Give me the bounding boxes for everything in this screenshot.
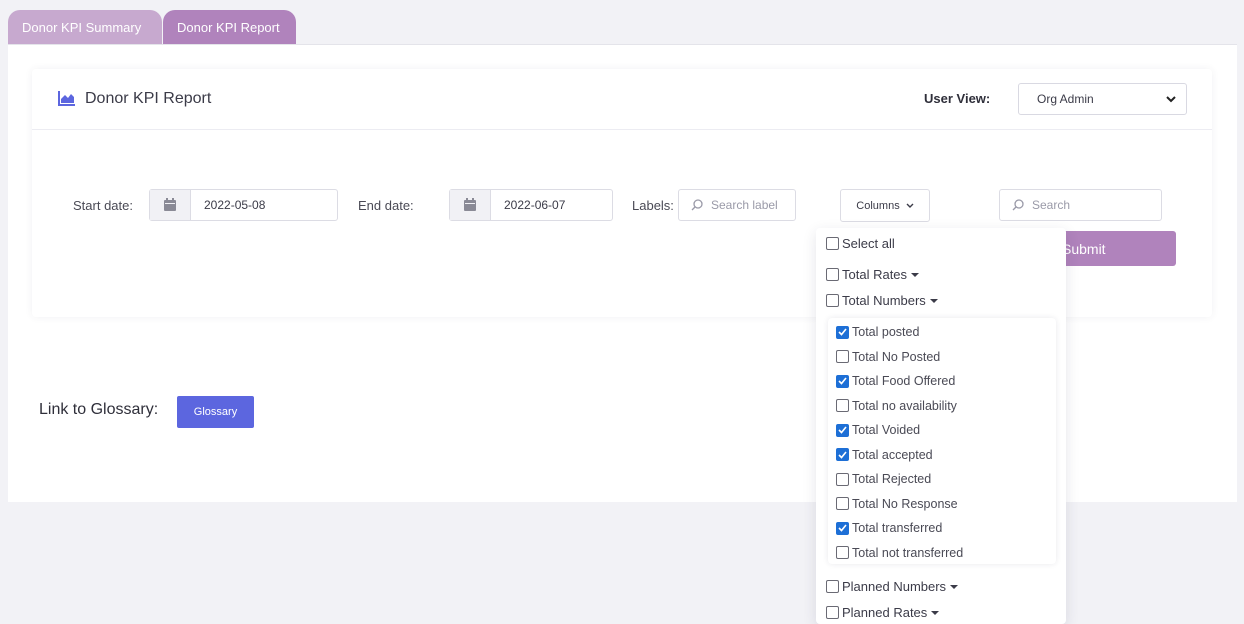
chevron-down-icon <box>906 203 914 208</box>
card-header: Donor KPI Report User View: Org Admin <box>32 69 1212 130</box>
group-total-rates[interactable]: Total Rates <box>826 267 920 282</box>
select-all-checkbox[interactable] <box>826 237 839 250</box>
unchecked-checkbox[interactable] <box>836 546 849 559</box>
columns-dropdown-menu: Select all Total Rates Total Numbers Tot… <box>816 228 1066 624</box>
chevron-down-icon <box>1166 95 1176 102</box>
column-option-label: Total Food Offered <box>852 374 956 388</box>
caret-down-icon[interactable] <box>950 585 959 589</box>
group-label: Planned Rates <box>842 605 928 620</box>
caret-down-icon[interactable] <box>929 299 938 303</box>
checked-checkbox[interactable] <box>836 325 849 339</box>
group-total-numbers[interactable]: Total Numbers <box>826 293 938 308</box>
caret-down-icon[interactable] <box>931 611 940 615</box>
column-option[interactable]: Total accepted <box>836 448 933 462</box>
area-chart-icon <box>58 91 75 106</box>
column-option-label: Total Voided <box>852 423 921 437</box>
tab-label: Donor KPI Summary <box>22 20 142 35</box>
checkmark-icon <box>838 328 847 336</box>
column-option-label: Total No Posted <box>852 349 941 364</box>
select-all-option[interactable]: Select all <box>826 236 895 251</box>
user-view-label: User View: <box>924 91 991 106</box>
group-planned-rates[interactable]: Planned Rates <box>826 605 940 620</box>
group-checkbox[interactable] <box>826 294 839 307</box>
search-icon <box>691 199 703 211</box>
group-checkbox[interactable] <box>826 606 839 619</box>
column-option-label: Total not transferred <box>852 545 964 560</box>
group-label: Planned Numbers <box>842 579 947 594</box>
glossary-button[interactable]: Glossary <box>177 396 254 428</box>
column-option-label: Total no availability <box>852 398 957 413</box>
glossary-link-label: Link to Glossary: <box>39 401 159 418</box>
tab-donor-kpi-report[interactable]: Donor KPI Report <box>163 10 296 45</box>
checked-checkbox[interactable] <box>836 448 849 461</box>
group-label: Total Numbers <box>842 293 926 308</box>
group-label: Total Rates <box>842 267 908 282</box>
calendar-icon <box>464 198 476 211</box>
checkmark-icon <box>838 426 847 434</box>
table-search-field[interactable] <box>999 189 1162 221</box>
calendar-icon-addon[interactable] <box>150 190 191 220</box>
column-option[interactable]: Total no availability <box>836 399 957 413</box>
calendar-icon <box>164 198 176 211</box>
page-title: Donor KPI Report <box>85 90 212 107</box>
column-option[interactable]: Total No Response <box>836 497 958 511</box>
unchecked-checkbox[interactable] <box>836 472 849 486</box>
column-option[interactable]: Total No Posted <box>836 350 940 364</box>
checked-checkbox[interactable] <box>836 374 849 388</box>
labels-label: Labels: <box>632 198 674 213</box>
label-search-input[interactable] <box>711 198 793 212</box>
search-icon <box>1012 199 1024 211</box>
caret-down-icon[interactable] <box>911 273 920 277</box>
end-date-field[interactable]: 2022-06-07 <box>449 189 613 221</box>
total-numbers-submenu: Total posted Total No Posted Total Food Of… <box>828 318 1056 564</box>
end-date-label: End date: <box>358 198 414 213</box>
group-planned-numbers[interactable]: Planned Numbers <box>826 579 959 594</box>
group-checkbox[interactable] <box>826 580 839 593</box>
column-option[interactable]: Total transferred <box>836 521 942 535</box>
tab-donor-kpi-summary[interactable]: Donor KPI Summary <box>8 10 162 45</box>
start-date-value: 2022-05-08 <box>204 198 266 212</box>
start-date-label: Start date: <box>73 198 133 213</box>
user-view-select[interactable]: Org Admin <box>1018 83 1187 115</box>
label-search-field[interactable] <box>678 189 796 221</box>
checkmark-icon <box>838 377 847 385</box>
columns-label: Columns <box>856 199 900 212</box>
submit-button[interactable]: Submit <box>1052 231 1176 266</box>
unchecked-checkbox[interactable] <box>836 399 849 412</box>
table-search-input[interactable] <box>1032 198 1132 212</box>
user-view-value: Org Admin <box>1037 92 1094 106</box>
column-option-label: Total No Response <box>852 496 958 511</box>
tab-bar: Donor KPI Summary Donor KPI Report <box>8 10 296 45</box>
column-option-label: Total posted <box>852 325 920 339</box>
checkmark-icon <box>838 450 847 459</box>
tab-label: Donor KPI Report <box>177 20 280 35</box>
column-option[interactable]: Total Rejected <box>836 472 931 486</box>
option-label: Select all <box>842 236 895 251</box>
column-option-label: Total transferred <box>852 521 943 535</box>
start-date-field[interactable]: 2022-05-08 <box>149 189 338 221</box>
unchecked-checkbox[interactable] <box>836 350 849 363</box>
columns-dropdown-button[interactable]: Columns <box>840 189 930 222</box>
end-date-value: 2022-06-07 <box>504 198 566 212</box>
column-option-label: Total accepted <box>852 447 933 462</box>
column-option-label: Total Rejected <box>852 472 932 486</box>
column-option[interactable]: Total posted <box>836 325 919 339</box>
group-checkbox[interactable] <box>826 268 839 281</box>
calendar-icon-addon[interactable] <box>450 190 491 220</box>
checkmark-icon <box>838 524 847 532</box>
column-option[interactable]: Total Food Offered <box>836 374 955 388</box>
checked-checkbox[interactable] <box>836 521 849 535</box>
unchecked-checkbox[interactable] <box>836 497 849 510</box>
column-option[interactable]: Total Voided <box>836 423 920 437</box>
checked-checkbox[interactable] <box>836 423 849 437</box>
column-option[interactable]: Total not transferred <box>836 546 963 560</box>
